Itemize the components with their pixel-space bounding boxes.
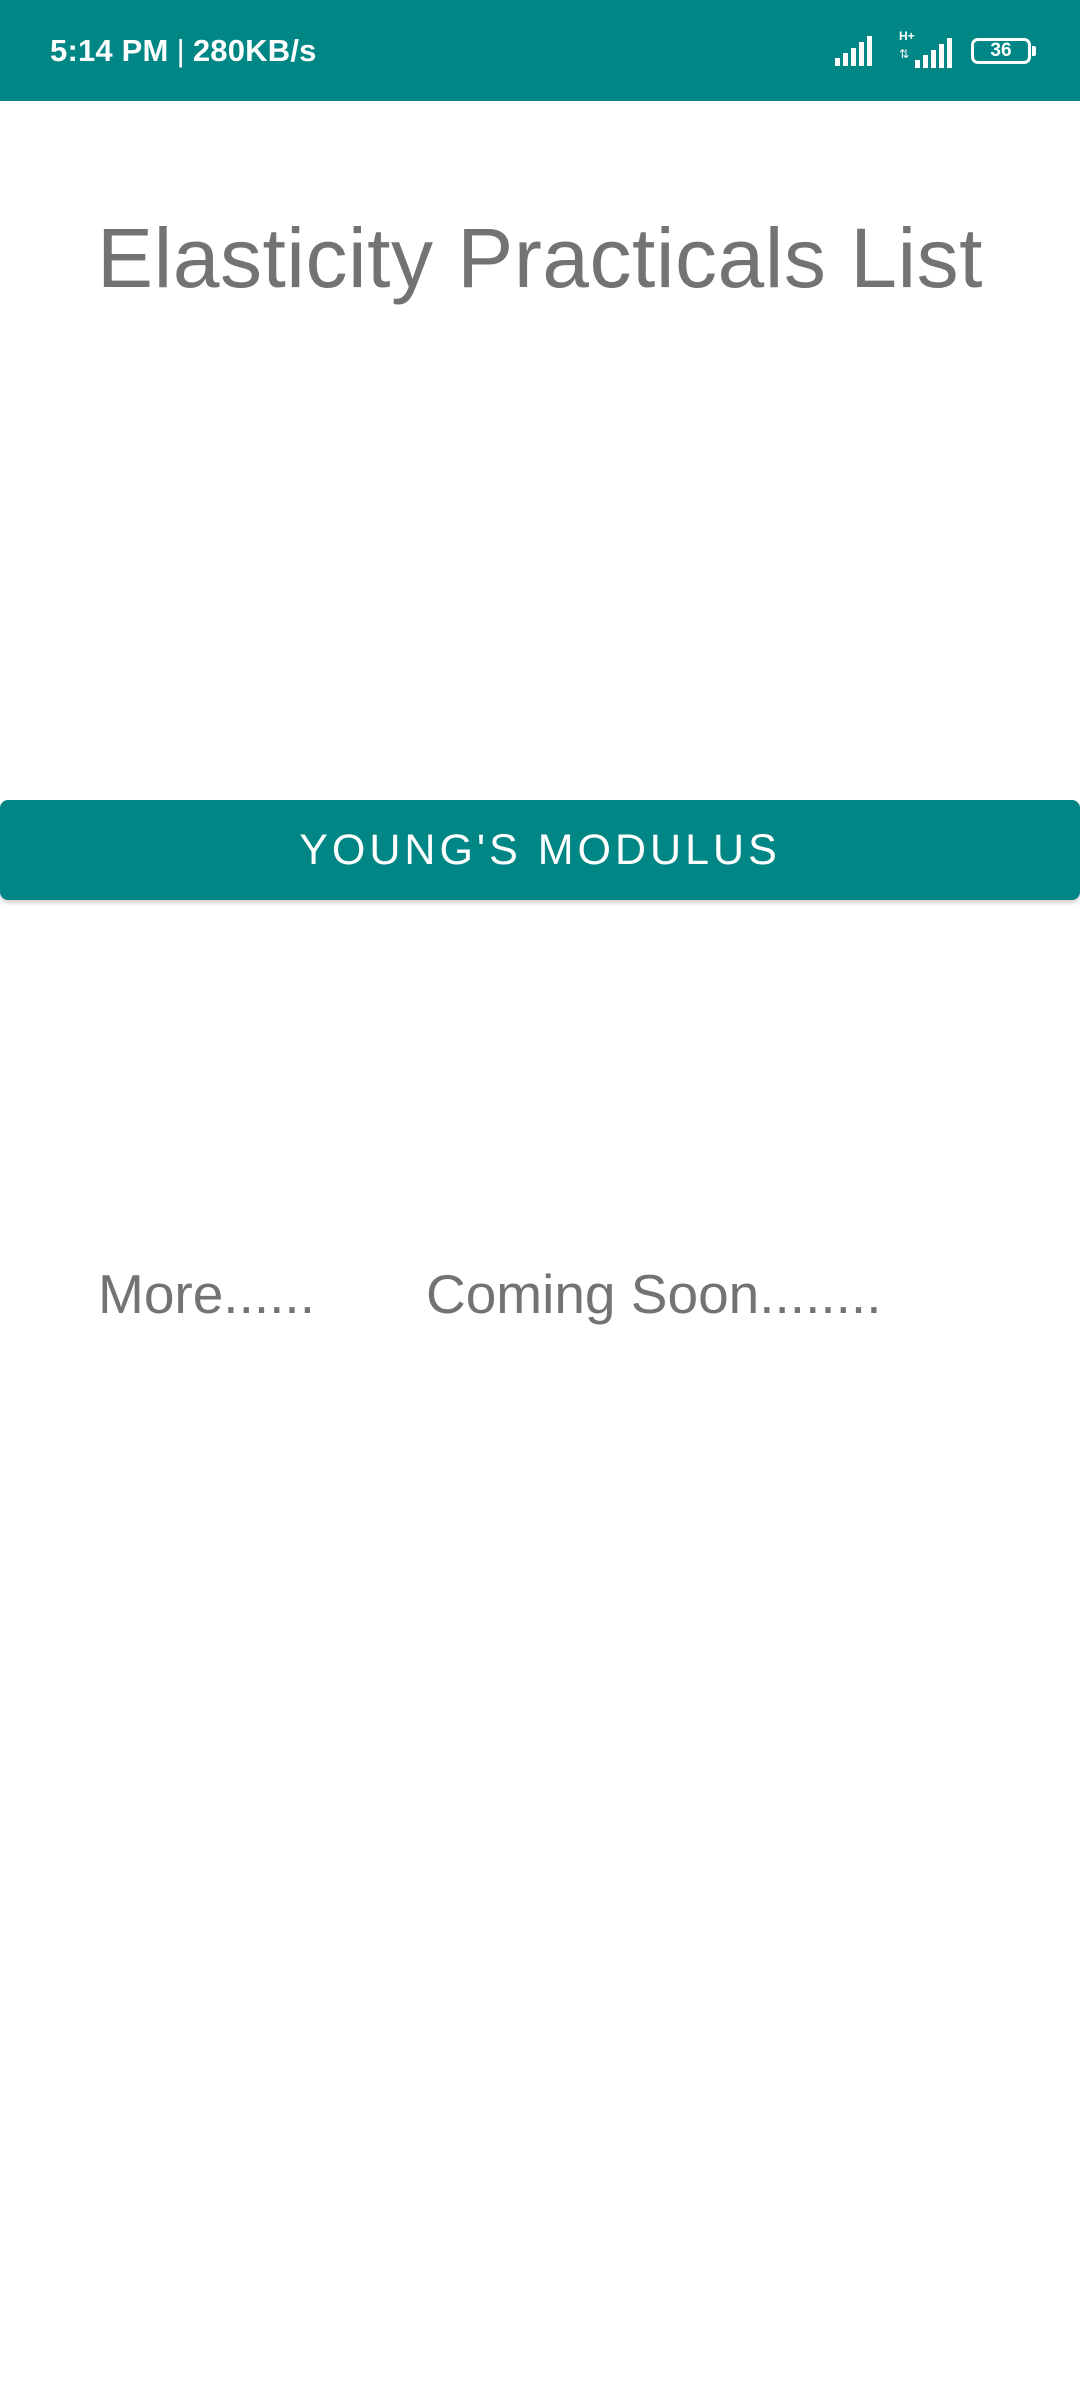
network-speed: 280KB/s [192,32,317,68]
status-time: 5:14 PM [50,32,169,68]
status-left: 5:14 PM | 280KB/s [50,0,317,101]
coming-soon-label: Coming Soon........ [426,1263,882,1325]
status-icons: H+ ⇅ 36 [835,0,1036,101]
signal-strength-icon [915,37,952,68]
status-separator: | [176,32,185,68]
battery-tip [1032,45,1036,56]
mobile-data-indicator: H+ ⇅ [899,30,957,70]
signal-strength-icon [835,35,872,66]
battery-level: 36 [990,39,1012,61]
more-label: More...... [98,1263,315,1325]
page-title: Elasticity Practicals List [97,211,983,305]
battery-icon: 36 [971,37,1031,64]
status-bar: 5:14 PM | 280KB/s H+ ⇅ 36 [0,0,1080,101]
data-activity-icon: ⇅ [899,46,910,61]
youngs-modulus-button[interactable]: YOUNG'S MODULUS [0,800,1080,900]
